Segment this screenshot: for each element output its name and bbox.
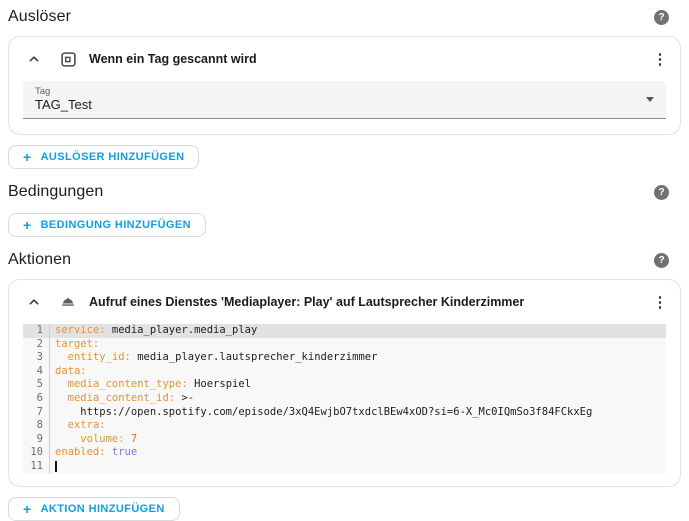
- plus-icon: +: [23, 218, 32, 232]
- tag-field-value: TAG_Test: [35, 97, 92, 113]
- code-line[interactable]: 6 media_content_id: >-: [23, 392, 666, 406]
- code-line[interactable]: 9 volume: 7: [23, 433, 666, 447]
- code-line-content: media_content_id: >-: [50, 392, 666, 406]
- code-line-content: data:: [50, 365, 666, 379]
- code-line[interactable]: 1service: media_player.media_play: [23, 324, 666, 338]
- plus-icon: +: [23, 502, 32, 516]
- add-trigger-label: AUSLÖSER HINZUFÜGEN: [41, 151, 185, 163]
- action-card-header: Aufruf eines Dienstes 'Mediaplayer: Play…: [9, 280, 680, 320]
- code-line-content: [50, 460, 666, 474]
- action-card: Aufruf eines Dienstes 'Mediaplayer: Play…: [8, 279, 681, 487]
- trigger-card: Wenn ein Tag gescannt wird ⋮ Tag TAG_Tes…: [8, 36, 681, 135]
- code-line[interactable]: 5 media_content_type: Hoerspiel: [23, 378, 666, 392]
- add-action-label: AKTION HINZUFÜGEN: [41, 503, 165, 515]
- action-card-title: Aufruf eines Dienstes 'Mediaplayer: Play…: [89, 295, 650, 309]
- line-number: 7: [23, 406, 50, 420]
- code-line[interactable]: 3 entity_id: media_player.lautsprecher_k…: [23, 351, 666, 365]
- collapse-chevron-icon[interactable]: [23, 291, 45, 313]
- line-number: 8: [23, 419, 50, 433]
- code-line-content: service: media_player.media_play: [50, 324, 666, 338]
- conditions-section-header: Bedingungen ?: [8, 181, 681, 203]
- dropdown-caret-icon: [646, 97, 654, 102]
- code-line[interactable]: 10enabled: true: [23, 446, 666, 460]
- code-line[interactable]: 7 https://open.spotify.com/episode/3xQ4E…: [23, 406, 666, 420]
- code-line[interactable]: 8 extra:: [23, 419, 666, 433]
- code-line-content: target:: [50, 338, 666, 352]
- actions-section-header: Aktionen ?: [8, 249, 681, 271]
- triggers-heading: Auslöser: [8, 8, 71, 26]
- text-cursor: [55, 461, 57, 472]
- tag-field-text: Tag TAG_Test: [35, 86, 92, 113]
- add-trigger-button[interactable]: + AUSLÖSER HINZUFÜGEN: [8, 145, 199, 169]
- code-line[interactable]: 4data:: [23, 365, 666, 379]
- trigger-card-header: Wenn ein Tag gescannt wird ⋮: [9, 37, 680, 77]
- plus-icon: +: [23, 150, 32, 164]
- automation-editor-page: Auslöser ? Wenn ein Tag gescannt wird ⋮ …: [0, 6, 689, 521]
- line-number: 3: [23, 351, 50, 365]
- line-number: 1: [23, 324, 50, 338]
- line-number: 6: [23, 392, 50, 406]
- service-bell-icon: [57, 291, 79, 313]
- actions-heading: Aktionen: [8, 251, 71, 269]
- tag-select-field[interactable]: Tag TAG_Test: [23, 81, 666, 119]
- conditions-heading: Bedingungen: [8, 183, 103, 201]
- tag-field-label: Tag: [35, 86, 92, 97]
- code-line[interactable]: 2target:: [23, 338, 666, 352]
- overflow-menu-icon[interactable]: ⋮: [650, 52, 670, 67]
- triggers-section-header: Auslöser ?: [8, 6, 681, 28]
- code-line-content: extra:: [50, 419, 666, 433]
- help-icon[interactable]: ?: [654, 253, 669, 268]
- help-icon[interactable]: ?: [654, 10, 669, 25]
- yaml-editor[interactable]: 1service: media_player.media_play2target…: [23, 324, 666, 474]
- line-number: 2: [23, 338, 50, 352]
- collapse-chevron-icon[interactable]: [23, 48, 45, 70]
- line-number: 5: [23, 378, 50, 392]
- code-line-content: media_content_type: Hoerspiel: [50, 378, 666, 392]
- code-line[interactable]: 11: [23, 460, 666, 474]
- add-condition-button[interactable]: + BEDINGUNG HINZUFÜGEN: [8, 213, 206, 237]
- line-number: 9: [23, 433, 50, 447]
- code-line-content: enabled: true: [50, 446, 666, 460]
- tag-icon: [57, 48, 79, 70]
- add-action-button[interactable]: + AKTION HINZUFÜGEN: [8, 497, 180, 521]
- line-number: 10: [23, 446, 50, 460]
- code-line-content: entity_id: media_player.lautsprecher_kin…: [50, 351, 666, 365]
- line-number: 4: [23, 365, 50, 379]
- overflow-menu-icon[interactable]: ⋮: [650, 295, 670, 310]
- add-condition-label: BEDINGUNG HINZUFÜGEN: [41, 219, 191, 231]
- code-line-content: volume: 7: [50, 433, 666, 447]
- line-number: 11: [23, 460, 50, 474]
- code-line-content: https://open.spotify.com/episode/3xQ4Ewj…: [50, 406, 666, 420]
- help-icon[interactable]: ?: [654, 185, 669, 200]
- trigger-card-title: Wenn ein Tag gescannt wird: [89, 52, 650, 66]
